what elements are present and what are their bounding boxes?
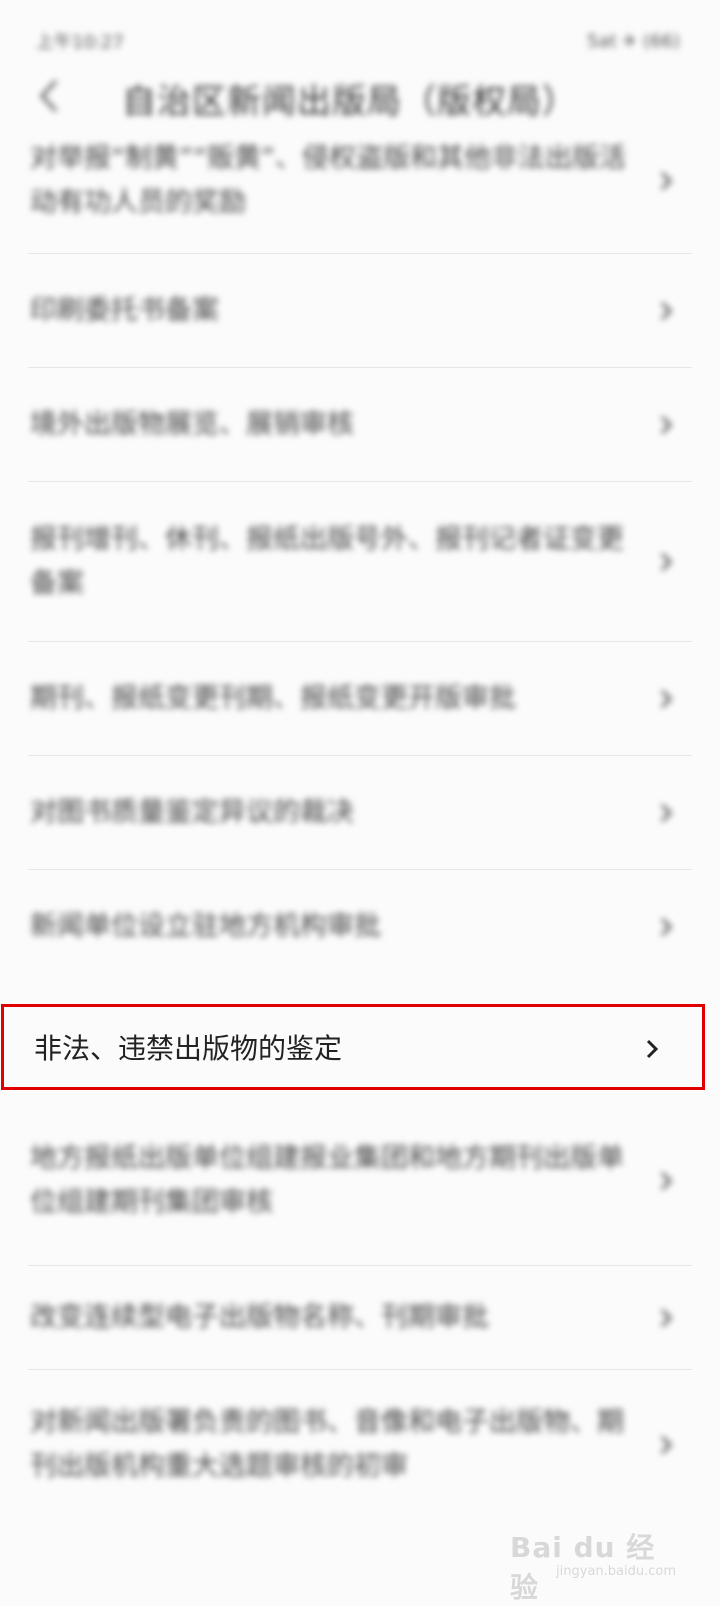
list-item[interactable]: 对举报“制黄”“贩黄”、侵权盗版和其他非法出版活动有功人员的奖励 bbox=[0, 128, 720, 254]
chevron-right-icon bbox=[660, 917, 673, 937]
status-icons: 5at ✈ (66) bbox=[586, 30, 680, 52]
list-item[interactable]: 报刊增刊、休刊、报纸出版号外、报刊记者证变更备案 bbox=[0, 482, 720, 642]
service-list: 对举报“制黄”“贩黄”、侵权盗版和其他非法出版活动有功人员的奖励 印刷委托书备案… bbox=[0, 128, 720, 984]
list-item-label: 地方报纸出版单位组建报业集团和地方期刊出版单位组建期刊集团审核 bbox=[30, 1143, 624, 1218]
page-title: 自治区新闻出版局（版权局） bbox=[122, 82, 577, 122]
status-time: 上午10:27 bbox=[36, 32, 124, 53]
list-item[interactable]: 对新闻出版署负责的图书、音像和电子出版物、期刊出版机构重大选题审核的初审 bbox=[0, 1370, 720, 1520]
service-list-lower: 地方报纸出版单位组建报业集团和地方期刊出版单位组建期刊集团审核 改变连续型电子出… bbox=[0, 1096, 720, 1520]
chevron-right-icon bbox=[660, 552, 673, 572]
watermark: Bai du 经验 jingyan.baidu.com bbox=[510, 1516, 680, 1604]
list-item-label: 新闻单位设立驻地方机构审批 bbox=[30, 911, 381, 942]
status-bar: 上午10:27 5at ✈ (66) bbox=[36, 26, 680, 56]
list-item-label: 非法、违禁出版物的鉴定 bbox=[34, 1032, 343, 1065]
list-item[interactable]: 期刊、报纸变更刊期、报纸变更开版审批 bbox=[0, 642, 720, 756]
chevron-right-icon bbox=[660, 301, 673, 321]
list-item-label: 对新闻出版署负责的图书、音像和电子出版物、期刊出版机构重大选题审核的初审 bbox=[30, 1407, 624, 1482]
list-item-label: 对举报“制黄”“贩黄”、侵权盗版和其他非法出版活动有功人员的奖励 bbox=[30, 143, 626, 218]
back-button[interactable] bbox=[34, 78, 64, 114]
list-item-highlighted[interactable]: 非法、违禁出版物的鉴定 bbox=[1, 1004, 705, 1090]
list-item[interactable]: 对图书质量鉴定异议的裁决 bbox=[0, 756, 720, 870]
chevron-right-icon bbox=[660, 1171, 673, 1191]
back-arrow-icon bbox=[39, 79, 58, 113]
list-item-label: 报刊增刊、休刊、报纸出版号外、报刊记者证变更备案 bbox=[30, 524, 624, 599]
chevron-right-icon bbox=[660, 415, 673, 435]
list-item-label: 境外出版物展览、展销审核 bbox=[30, 409, 354, 440]
list-item[interactable]: 地方报纸出版单位组建报业集团和地方期刊出版单位组建期刊集团审核 bbox=[0, 1096, 720, 1266]
list-item-label: 印刷委托书备案 bbox=[30, 295, 219, 326]
list-item-label: 对图书质量鉴定异议的裁决 bbox=[30, 797, 354, 828]
app-header: 自治区新闻出版局（版权局） bbox=[0, 64, 720, 128]
chevron-right-icon bbox=[660, 803, 673, 823]
list-item[interactable]: 印刷委托书备案 bbox=[0, 254, 720, 368]
list-item-label: 期刊、报纸变更刊期、报纸变更开版审批 bbox=[30, 683, 516, 714]
chevron-right-icon bbox=[646, 1039, 659, 1059]
list-item-label: 改变连续型电子出版物名称、刊期审批 bbox=[30, 1302, 489, 1333]
chevron-right-icon bbox=[660, 689, 673, 709]
list-item[interactable]: 新闻单位设立驻地方机构审批 bbox=[0, 870, 720, 984]
chevron-right-icon bbox=[660, 1435, 673, 1455]
list-item[interactable]: 境外出版物展览、展销审核 bbox=[0, 368, 720, 482]
chevron-right-icon bbox=[660, 1308, 673, 1328]
watermark-url: jingyan.baidu.com bbox=[556, 1564, 676, 1579]
list-item[interactable]: 改变连续型电子出版物名称、刊期审批 bbox=[0, 1266, 720, 1370]
chevron-right-icon bbox=[660, 171, 673, 191]
